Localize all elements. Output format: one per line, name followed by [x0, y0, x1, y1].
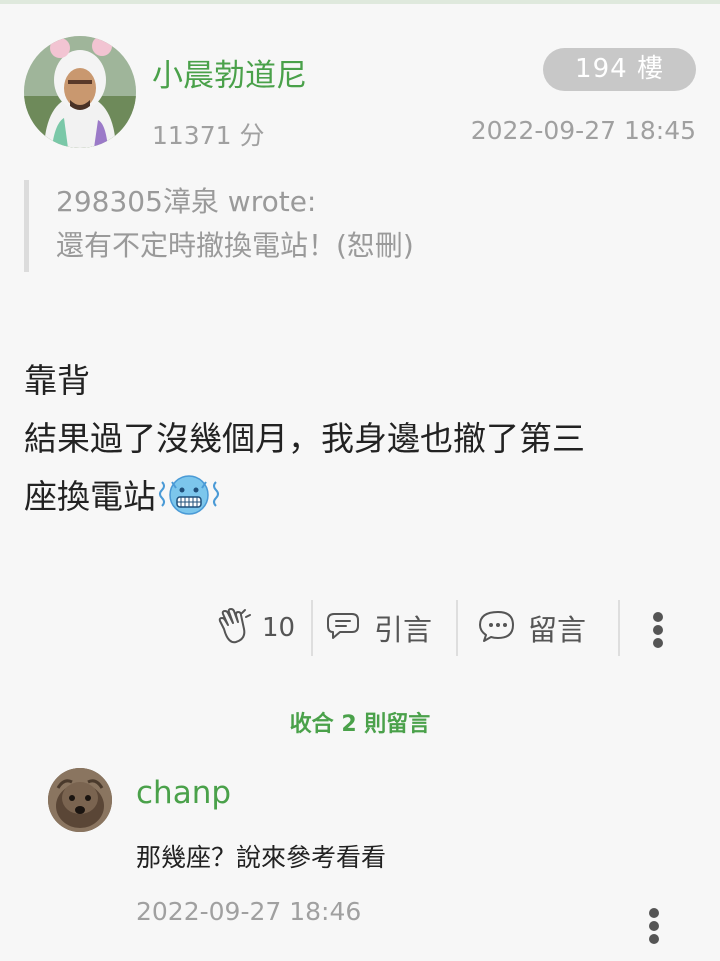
comment-bubble-icon — [478, 608, 518, 648]
commenter-avatar[interactable] — [48, 768, 112, 832]
quote-bubbles-icon — [326, 608, 364, 648]
action-divider — [311, 600, 313, 656]
quote-text-line: 還有不定時撤換電站！(恕刪) — [56, 229, 414, 262]
like-button[interactable]: 10 — [216, 598, 295, 658]
author-name[interactable]: 小晨勃道尼 — [152, 50, 307, 95]
author-avatar[interactable] — [24, 36, 136, 148]
cold-face-emoji-icon — [158, 472, 220, 516]
quote-label: 引言 — [374, 613, 433, 647]
post-timestamp: 2022-09-27 18:45 — [470, 116, 696, 145]
post-content: 靠背 結果過了沒幾個月，我身邊也撤了第三 座換電站 — [24, 352, 696, 526]
floor-badge: 194 樓 — [543, 48, 696, 91]
quote-button[interactable]: 引言 — [326, 598, 432, 658]
post-line-with-emoji: 座換電站 — [24, 468, 696, 526]
action-divider — [456, 600, 458, 656]
comment-more-options-icon[interactable] — [648, 908, 660, 948]
clap-icon — [216, 607, 252, 649]
comment-author[interactable]: chanp — [136, 775, 231, 811]
top-divider — [0, 0, 720, 4]
quote-author-line: 298305漳泉 wrote: — [56, 185, 317, 218]
collapse-comments-link[interactable]: 收合 2 則留言 — [0, 706, 720, 738]
comment-text: 那幾座？說來參考看看 — [136, 843, 387, 872]
comment-label: 留言 — [528, 613, 587, 647]
author-score: 11371 分 — [152, 121, 265, 150]
more-options-icon[interactable] — [652, 612, 664, 652]
post-line-text: 座換電站 — [24, 477, 156, 516]
post-line: 靠背 — [24, 361, 90, 400]
comment-timestamp: 2022-09-27 18:46 — [136, 897, 362, 926]
action-divider — [618, 600, 620, 656]
post-line: 結果過了沒幾個月，我身邊也撤了第三 — [24, 419, 585, 458]
quote-block[interactable]: 298305漳泉 wrote: 還有不定時撤換電站！(恕刪) — [24, 180, 664, 272]
comment-button[interactable]: 留言 — [478, 598, 586, 658]
like-count: 10 — [262, 613, 296, 643]
post-action-bar: 10 引言 留言 — [210, 598, 710, 658]
